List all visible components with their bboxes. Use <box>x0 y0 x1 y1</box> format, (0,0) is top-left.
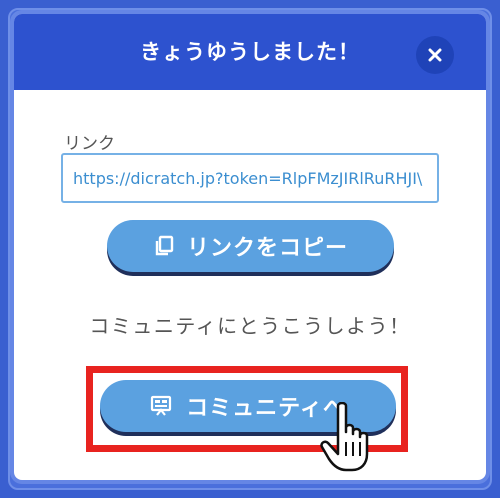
copy-link-button[interactable]: リンクをコピー <box>107 220 394 272</box>
close-icon <box>428 48 442 62</box>
hand-pointer-icon <box>320 402 369 472</box>
share-dialog: きょうゆうしました！ リンク リンクをコピー コミュニティにとうこうしよう！ コ… <box>14 14 486 480</box>
community-prompt: コミュニティにとうこうしよう！ <box>89 314 411 338</box>
dialog-header: きょうゆうしました！ <box>14 14 486 90</box>
link-url-field[interactable] <box>61 153 439 203</box>
copy-link-label: リンクをコピー <box>186 236 348 261</box>
copy-icon <box>155 235 174 256</box>
close-button[interactable] <box>416 36 454 74</box>
board-icon <box>151 395 172 416</box>
link-label: リンク <box>64 134 115 154</box>
